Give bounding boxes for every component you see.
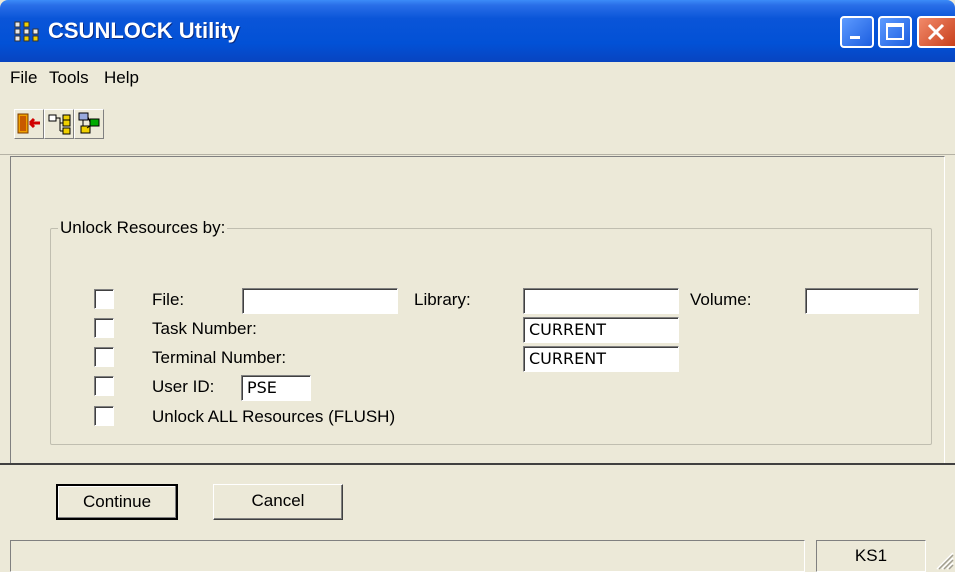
library-label: Library: xyxy=(414,290,471,309)
continue-button[interactable]: Continue xyxy=(56,484,178,520)
window-title: CSUNLOCK Utility xyxy=(48,18,240,43)
exit-icon xyxy=(17,113,40,134)
library-field[interactable] xyxy=(523,288,679,314)
group-label: Unlock Resources by: xyxy=(58,218,228,238)
separator xyxy=(0,463,955,465)
menu-bar: File Tools Help xyxy=(0,62,955,96)
file-checkbox[interactable] xyxy=(94,289,114,309)
toolbar xyxy=(0,96,955,155)
menu-file[interactable]: File xyxy=(10,68,37,88)
user-id-checkbox[interactable] xyxy=(94,376,114,396)
tree-view-button[interactable] xyxy=(44,109,74,139)
volume-label: Volume: xyxy=(690,290,752,309)
flush-checkbox[interactable] xyxy=(94,406,114,426)
menu-help[interactable]: Help xyxy=(104,68,139,88)
file-field[interactable] xyxy=(242,288,398,314)
menu-tools[interactable]: Tools xyxy=(49,68,89,88)
user-id-field[interactable]: PSE xyxy=(241,375,311,401)
file-label: File: xyxy=(152,290,185,309)
status-panel-ks1: KS1 xyxy=(816,540,926,572)
flush-label: Unlock ALL Resources (FLUSH) xyxy=(152,407,396,426)
close-button[interactable] xyxy=(917,16,955,48)
minimize-button[interactable] xyxy=(840,16,874,48)
resize-grip-icon[interactable] xyxy=(932,548,954,570)
task-number-label: Task Number: xyxy=(152,319,257,338)
tree-view-icon xyxy=(48,114,71,135)
volume-field[interactable] xyxy=(805,288,919,314)
app-icon xyxy=(14,21,39,42)
maximize-button[interactable] xyxy=(878,16,912,48)
close-icon xyxy=(927,23,945,41)
exit-button[interactable] xyxy=(14,109,44,139)
task-number-checkbox[interactable] xyxy=(94,318,114,338)
task-number-field[interactable]: CURRENT xyxy=(523,317,679,343)
title-bar[interactable]: CSUNLOCK Utility xyxy=(0,0,955,62)
maximize-icon xyxy=(886,23,904,40)
status-bar: KS1 xyxy=(10,540,955,572)
status-main-panel xyxy=(10,540,805,572)
network-button[interactable] xyxy=(74,109,104,139)
minimize-icon xyxy=(850,36,860,39)
network-icon xyxy=(78,112,100,134)
terminal-number-checkbox[interactable] xyxy=(94,347,114,367)
terminal-number-field[interactable]: CURRENT xyxy=(523,346,679,372)
terminal-number-label: Terminal Number: xyxy=(152,348,287,367)
csunlock-window: CSUNLOCK Utility File Tools Help Unlock … xyxy=(0,0,955,572)
cancel-button[interactable]: Cancel xyxy=(213,484,343,520)
user-id-label: User ID: xyxy=(152,377,215,396)
